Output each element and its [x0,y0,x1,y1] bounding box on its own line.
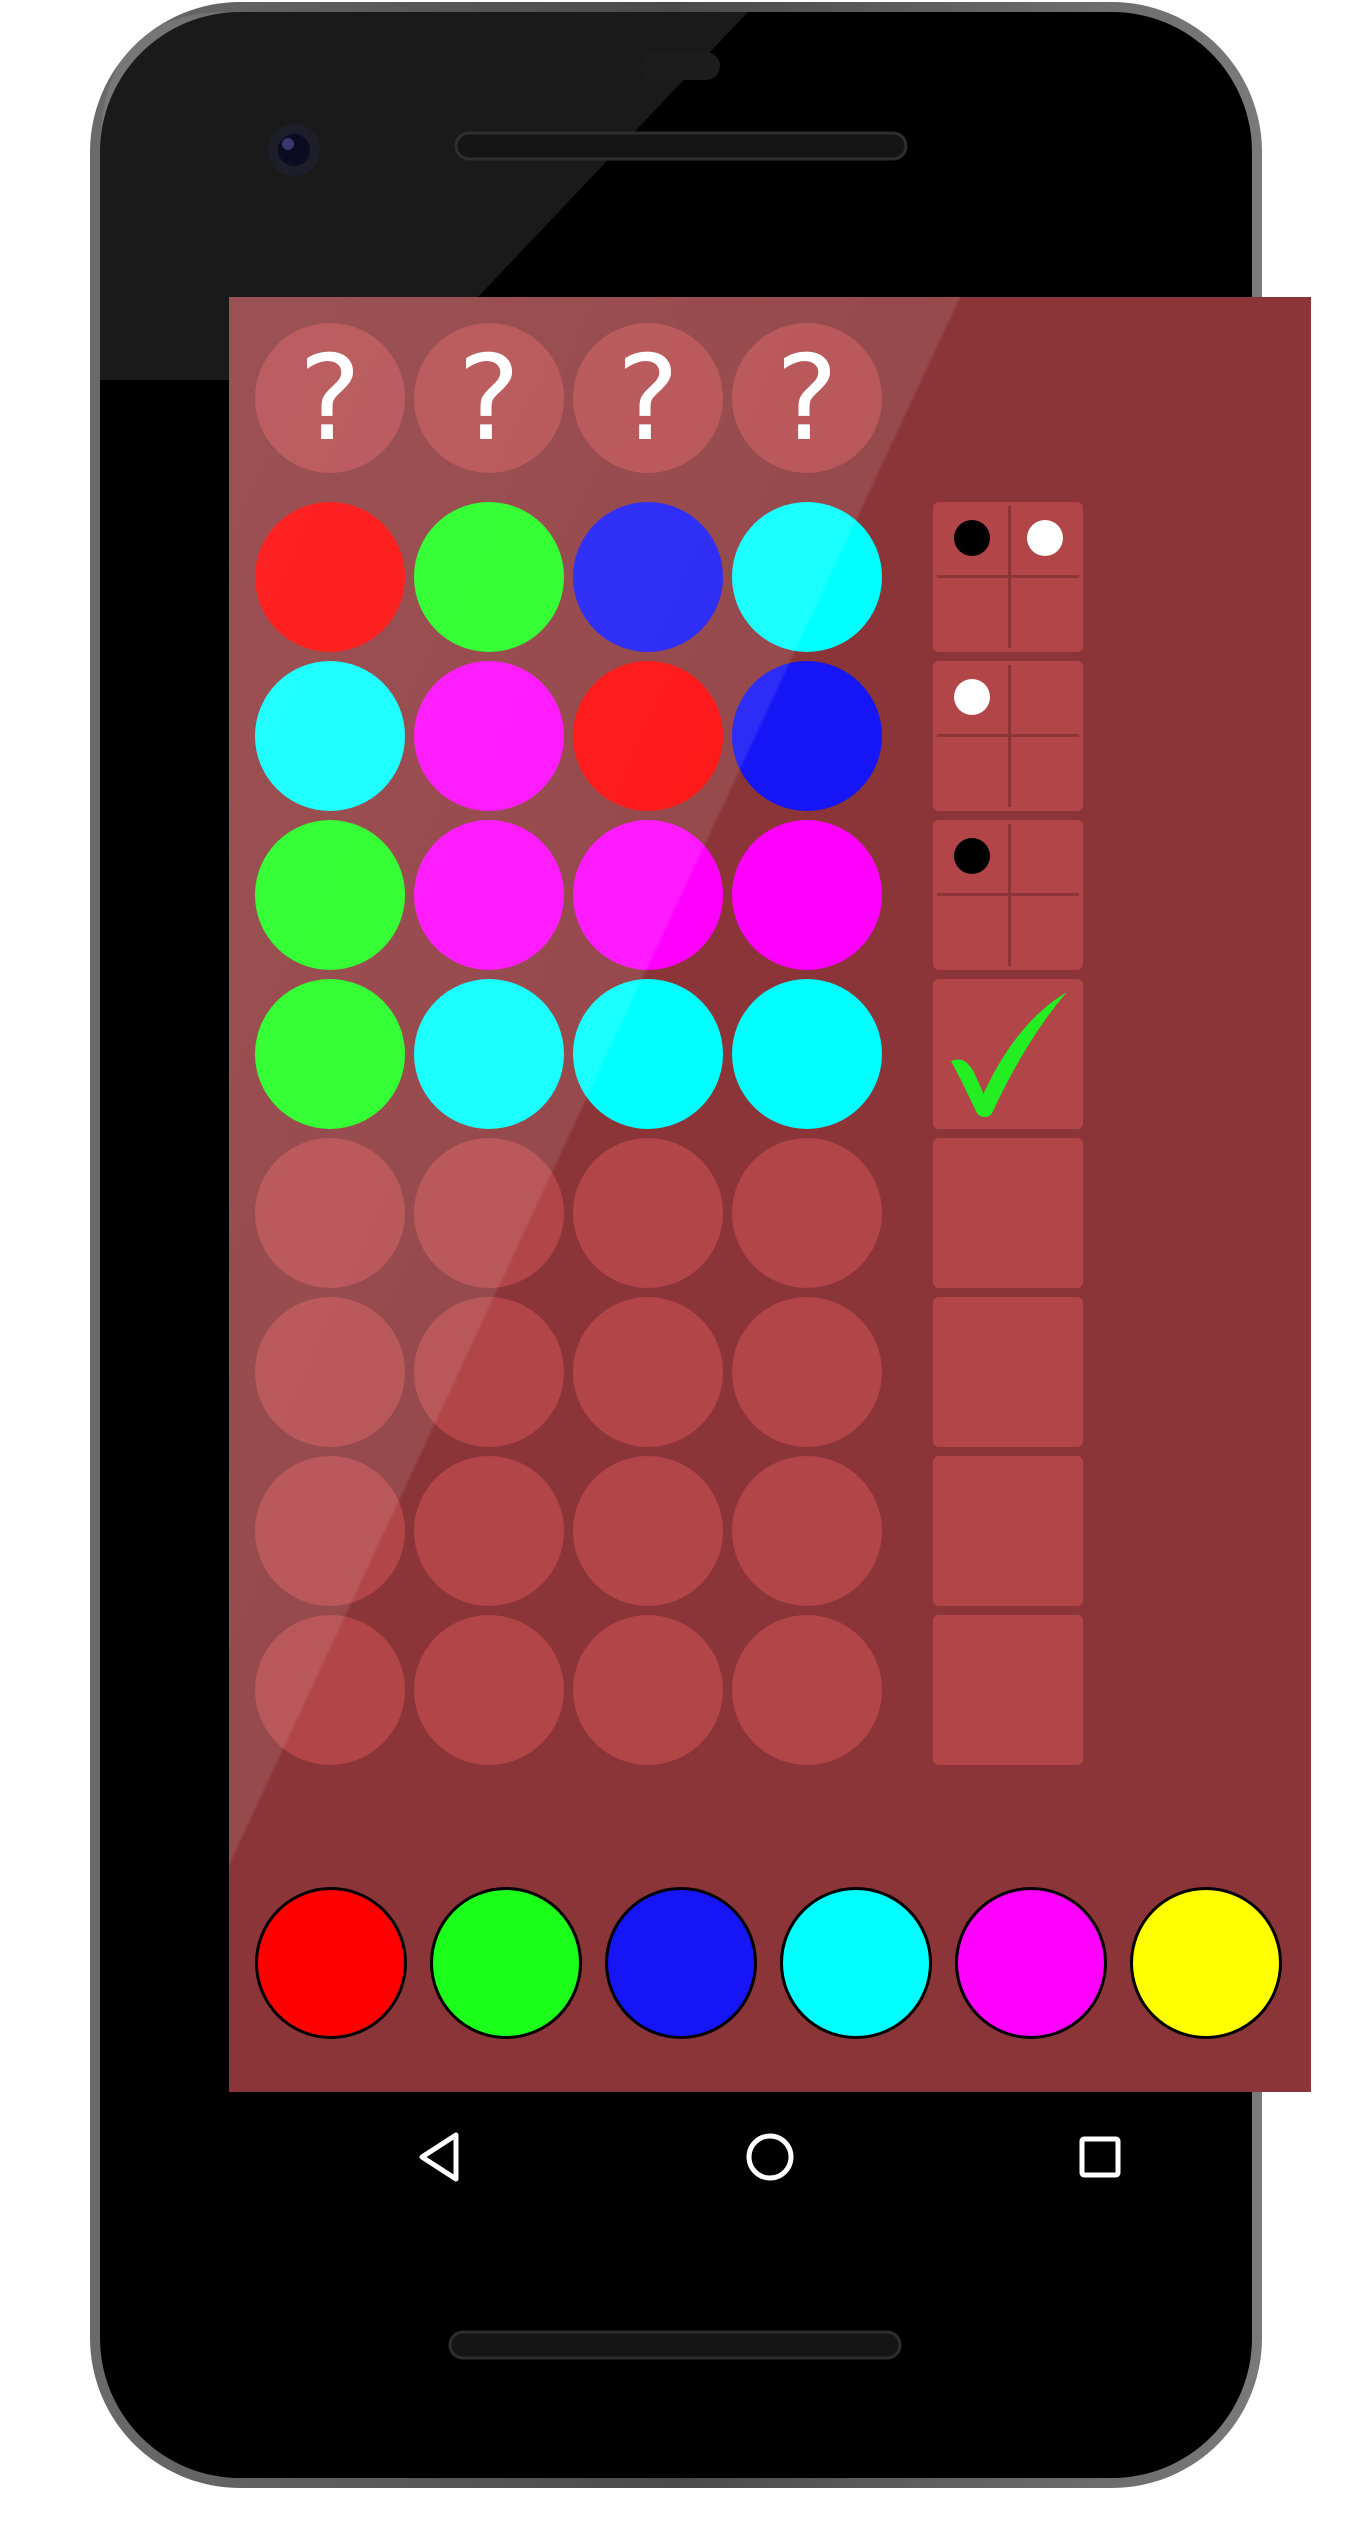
palette-color-green[interactable] [430,1887,582,2039]
guess-peg-r1-c2 [414,502,564,652]
feedback-divider-horizontal [937,734,1079,737]
guess-peg-r8-c3[interactable] [573,1615,723,1765]
palette-color-red[interactable] [255,1887,407,2039]
guess-peg-r8-c4[interactable] [732,1615,882,1765]
checkmark-icon [951,991,1067,1118]
recents-button[interactable] [1055,2112,1145,2202]
guess-peg-r8-c2[interactable] [414,1615,564,1765]
home-circle-icon [746,2133,794,2181]
palette-color-magenta[interactable] [955,1887,1107,2039]
guess-peg-r2-c2 [414,661,564,811]
feedback-box-r3 [933,820,1083,970]
guess-peg-r5-c3[interactable] [573,1138,723,1288]
guess-peg-r3-c4 [732,820,882,970]
secret-peg-1: ? [255,323,405,473]
feedback-peg-white [1027,520,1063,556]
phone-frame: ???? [88,0,1311,2490]
guess-peg-r6-c2[interactable] [414,1297,564,1447]
guess-peg-r4-c3 [573,979,723,1129]
back-triangle-icon [419,2132,459,2182]
secret-peg-3: ? [573,323,723,473]
feedback-box-r8 [933,1615,1083,1765]
guess-peg-r2-c1 [255,661,405,811]
guess-peg-r1-c4 [732,502,882,652]
guess-peg-r2-c4 [732,661,882,811]
guess-peg-r1-c3 [573,502,723,652]
guess-peg-r6-c4[interactable] [732,1297,882,1447]
feedback-divider-horizontal [937,893,1079,896]
home-button[interactable] [725,2112,815,2202]
feedback-box-r1 [933,502,1083,652]
guess-peg-r7-c4[interactable] [732,1456,882,1606]
secret-peg-2: ? [414,323,564,473]
back-button[interactable] [395,2112,485,2202]
guess-peg-r3-c2 [414,820,564,970]
guess-peg-r5-c1[interactable] [255,1138,405,1288]
feedback-box-r4 [933,979,1083,1129]
guess-peg-r7-c3[interactable] [573,1456,723,1606]
guess-peg-r3-c1 [255,820,405,970]
game-screen: ???? [229,297,1311,2092]
palette-color-blue[interactable] [605,1887,757,2039]
guess-peg-r6-c3[interactable] [573,1297,723,1447]
guess-peg-r7-c2[interactable] [414,1456,564,1606]
palette-color-cyan[interactable] [780,1887,932,2039]
guess-peg-r5-c2[interactable] [414,1138,564,1288]
feedback-peg-white [954,679,990,715]
guess-peg-r3-c3 [573,820,723,970]
guess-peg-r4-c1 [255,979,405,1129]
feedback-peg-black [954,838,990,874]
secret-peg-4: ? [732,323,882,473]
feedback-divider-horizontal [937,575,1079,578]
guess-peg-r7-c1[interactable] [255,1456,405,1606]
feedback-box-r7 [933,1456,1083,1606]
feedback-box-r6 [933,1297,1083,1447]
feedback-box-r2 [933,661,1083,811]
guess-peg-r6-c1[interactable] [255,1297,405,1447]
palette-color-yellow[interactable] [1130,1887,1282,2039]
guess-peg-r8-c1[interactable] [255,1615,405,1765]
feedback-peg-black [954,520,990,556]
recents-square-icon [1079,2136,1121,2178]
guess-peg-r2-c3 [573,661,723,811]
guess-peg-r4-c4 [732,979,882,1129]
guess-peg-r4-c2 [414,979,564,1129]
guess-peg-r5-c4[interactable] [732,1138,882,1288]
feedback-box-r5 [933,1138,1083,1288]
android-navbar [229,2092,1311,2222]
guess-peg-r1-c1 [255,502,405,652]
